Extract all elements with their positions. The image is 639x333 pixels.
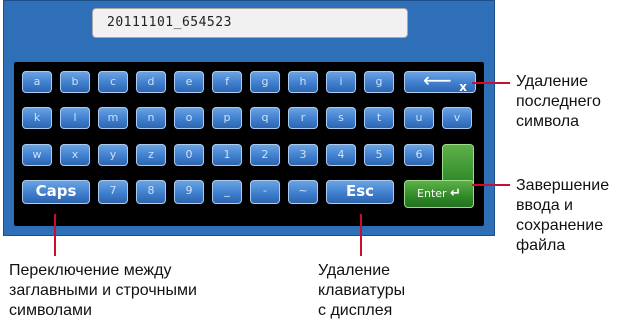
keyboard-panel: 20111101_654523 a b c d e f g h i g ⟵ x … — [3, 0, 495, 236]
key-f[interactable]: f — [212, 71, 242, 93]
key-k[interactable]: k — [22, 107, 52, 129]
key-9[interactable]: 9 — [174, 180, 204, 204]
filename-input[interactable]: 20111101_654523 — [92, 8, 408, 38]
key-n[interactable]: n — [136, 107, 166, 129]
esc-key[interactable]: Esc — [326, 180, 394, 204]
key-o[interactable]: o — [174, 107, 204, 129]
key-w[interactable]: w — [22, 144, 52, 166]
key-j[interactable]: g — [364, 71, 394, 93]
key-tilde[interactable]: ~ — [288, 180, 318, 204]
backspace-key[interactable]: ⟵ x — [404, 68, 476, 94]
key-s[interactable]: s — [326, 107, 356, 129]
key-e[interactable]: e — [174, 71, 204, 93]
key-x[interactable]: x — [60, 144, 90, 166]
key-y[interactable]: y — [98, 144, 128, 166]
enter-callout: Завершение ввода и сохранение файла — [516, 177, 610, 254]
key-i[interactable]: i — [326, 71, 356, 93]
key-h[interactable]: h — [288, 71, 318, 93]
key-t[interactable]: t — [364, 107, 394, 129]
enter-return-icon: ↵ — [450, 186, 461, 201]
key-4[interactable]: 4 — [326, 144, 356, 166]
key-u[interactable]: u — [404, 107, 434, 129]
key-m[interactable]: m — [98, 107, 128, 129]
esc-callout: Удаление клавиатуры с дисплея — [318, 262, 406, 319]
key-underscore[interactable]: _ — [212, 180, 242, 204]
key-d[interactable]: d — [136, 71, 166, 93]
caps-key[interactable]: Caps — [22, 180, 90, 204]
key-2[interactable]: 2 — [250, 144, 280, 166]
key-c[interactable]: c — [98, 71, 128, 93]
key-1[interactable]: 1 — [212, 144, 242, 166]
backspace-arrow-icon: ⟵ — [423, 68, 452, 92]
key-l[interactable]: l — [60, 107, 90, 129]
enter-key[interactable]: Enter ↵ — [404, 180, 474, 208]
key-7[interactable]: 7 — [98, 180, 128, 204]
backspace-callout: Удаление последнего символа — [516, 73, 601, 130]
key-8[interactable]: 8 — [136, 180, 166, 204]
backspace-callout-line — [472, 82, 510, 84]
key-v[interactable]: v — [442, 107, 472, 129]
caps-callout-line — [54, 214, 56, 256]
key-z[interactable]: z — [136, 144, 166, 166]
key-minus[interactable]: - — [250, 180, 280, 204]
esc-callout-line — [360, 214, 362, 256]
key-5[interactable]: 5 — [364, 144, 394, 166]
backspace-key-label: x — [459, 80, 467, 94]
key-6[interactable]: 6 — [404, 144, 434, 166]
key-3[interactable]: 3 — [288, 144, 318, 166]
key-r[interactable]: r — [288, 107, 318, 129]
key-0[interactable]: 0 — [174, 144, 204, 166]
key-q[interactable]: q — [250, 107, 280, 129]
enter-key-label: Enter — [417, 187, 447, 200]
enter-callout-line — [472, 184, 510, 186]
key-b[interactable]: b — [60, 71, 90, 93]
caps-callout: Переключение между заглавными и строчным… — [9, 262, 197, 319]
key-p[interactable]: p — [212, 107, 242, 129]
on-screen-keyboard: a b c d e f g h i g ⟵ x k l m n o p q r … — [14, 62, 484, 226]
key-g[interactable]: g — [250, 71, 280, 93]
key-a[interactable]: a — [22, 71, 52, 93]
